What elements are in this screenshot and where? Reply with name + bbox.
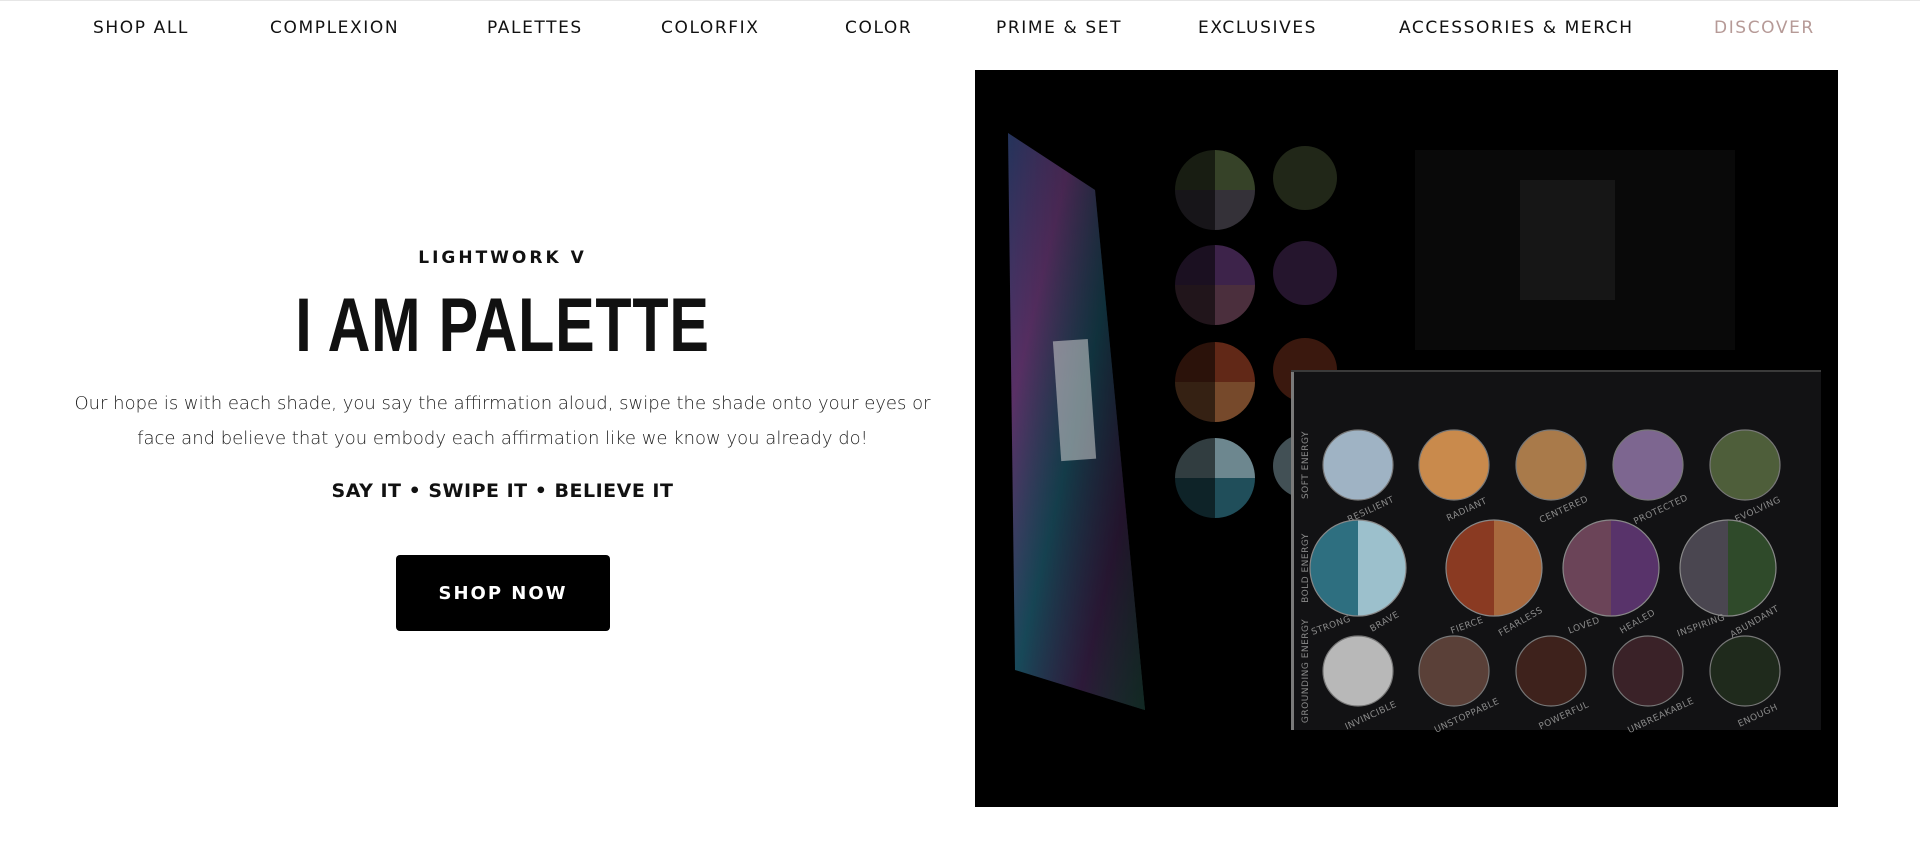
shadow-pan-protected xyxy=(1612,429,1684,501)
mirror-shadow-band xyxy=(1165,130,1215,550)
shadow-pan-invincible xyxy=(1322,635,1394,707)
hero-product-image: RESILIENT RADIANT CENTERED PROTECTED EVOLVIN… xyxy=(975,70,1838,807)
box-shadow xyxy=(1415,150,1735,350)
shop-now-button[interactable]: SHOP NOW xyxy=(396,555,610,631)
hero-description: Our hope is with each shade, you say the… xyxy=(74,393,931,449)
shadow-pan-unbreakable xyxy=(1612,635,1684,707)
nav-shop-all[interactable]: SHOP ALL xyxy=(93,17,189,39)
nav-discover[interactable]: DISCOVER xyxy=(1714,17,1815,39)
hero-eyebrow: LIGHTWORK V xyxy=(418,248,587,268)
row-label-grounding-energy: GROUNDING ENERGY xyxy=(1301,619,1311,723)
nav-accessories-merch[interactable]: ACCESSORIES & MERCH xyxy=(1399,17,1634,39)
palette-illustration: RESILIENT RADIANT CENTERED PROTECTED EVOLVIN… xyxy=(975,70,1838,807)
shadow-pan-enough xyxy=(1709,635,1781,707)
hero-tagline: SAY IT • SWIPE IT • BELIEVE IT xyxy=(331,480,674,502)
mirror-pan-side xyxy=(1273,241,1337,305)
shadow-pan-unstoppable xyxy=(1418,635,1490,707)
shadow-pan-powerful xyxy=(1515,635,1587,707)
nav-color[interactable]: COLOR xyxy=(845,17,912,39)
hero-content: LIGHTWORK V I AM PALETTE Our hope is wit… xyxy=(0,56,1005,806)
row-label-soft-energy: SOFT ENERGY xyxy=(1301,431,1311,499)
main-navigation: SHOP ALL COMPLEXION PALETTES COLORFIX CO… xyxy=(0,0,1920,56)
hero-title: I AM PALETTE xyxy=(295,283,710,368)
shadow-pan-centered xyxy=(1515,429,1587,501)
palette-tray: RESILIENT RADIANT CENTERED PROTECTED EVOLVIN… xyxy=(1291,370,1821,736)
nav-complexion[interactable]: COMPLEXION xyxy=(270,17,399,39)
nav-exclusives[interactable]: EXCLUSIVES xyxy=(1198,17,1317,39)
shadow-pan-resilient xyxy=(1322,429,1394,501)
shadow-pan-evolving xyxy=(1709,429,1781,501)
nav-colorfix[interactable]: COLORFIX xyxy=(661,17,760,39)
nav-palettes[interactable]: PALETTES xyxy=(487,17,583,39)
nav-prime-set[interactable]: PRIME & SET xyxy=(996,17,1122,39)
mirror-pan-side xyxy=(1273,146,1337,210)
row-label-bold-energy: BOLD ENERGY xyxy=(1301,533,1311,603)
shadow-pan-radiant xyxy=(1418,429,1490,501)
